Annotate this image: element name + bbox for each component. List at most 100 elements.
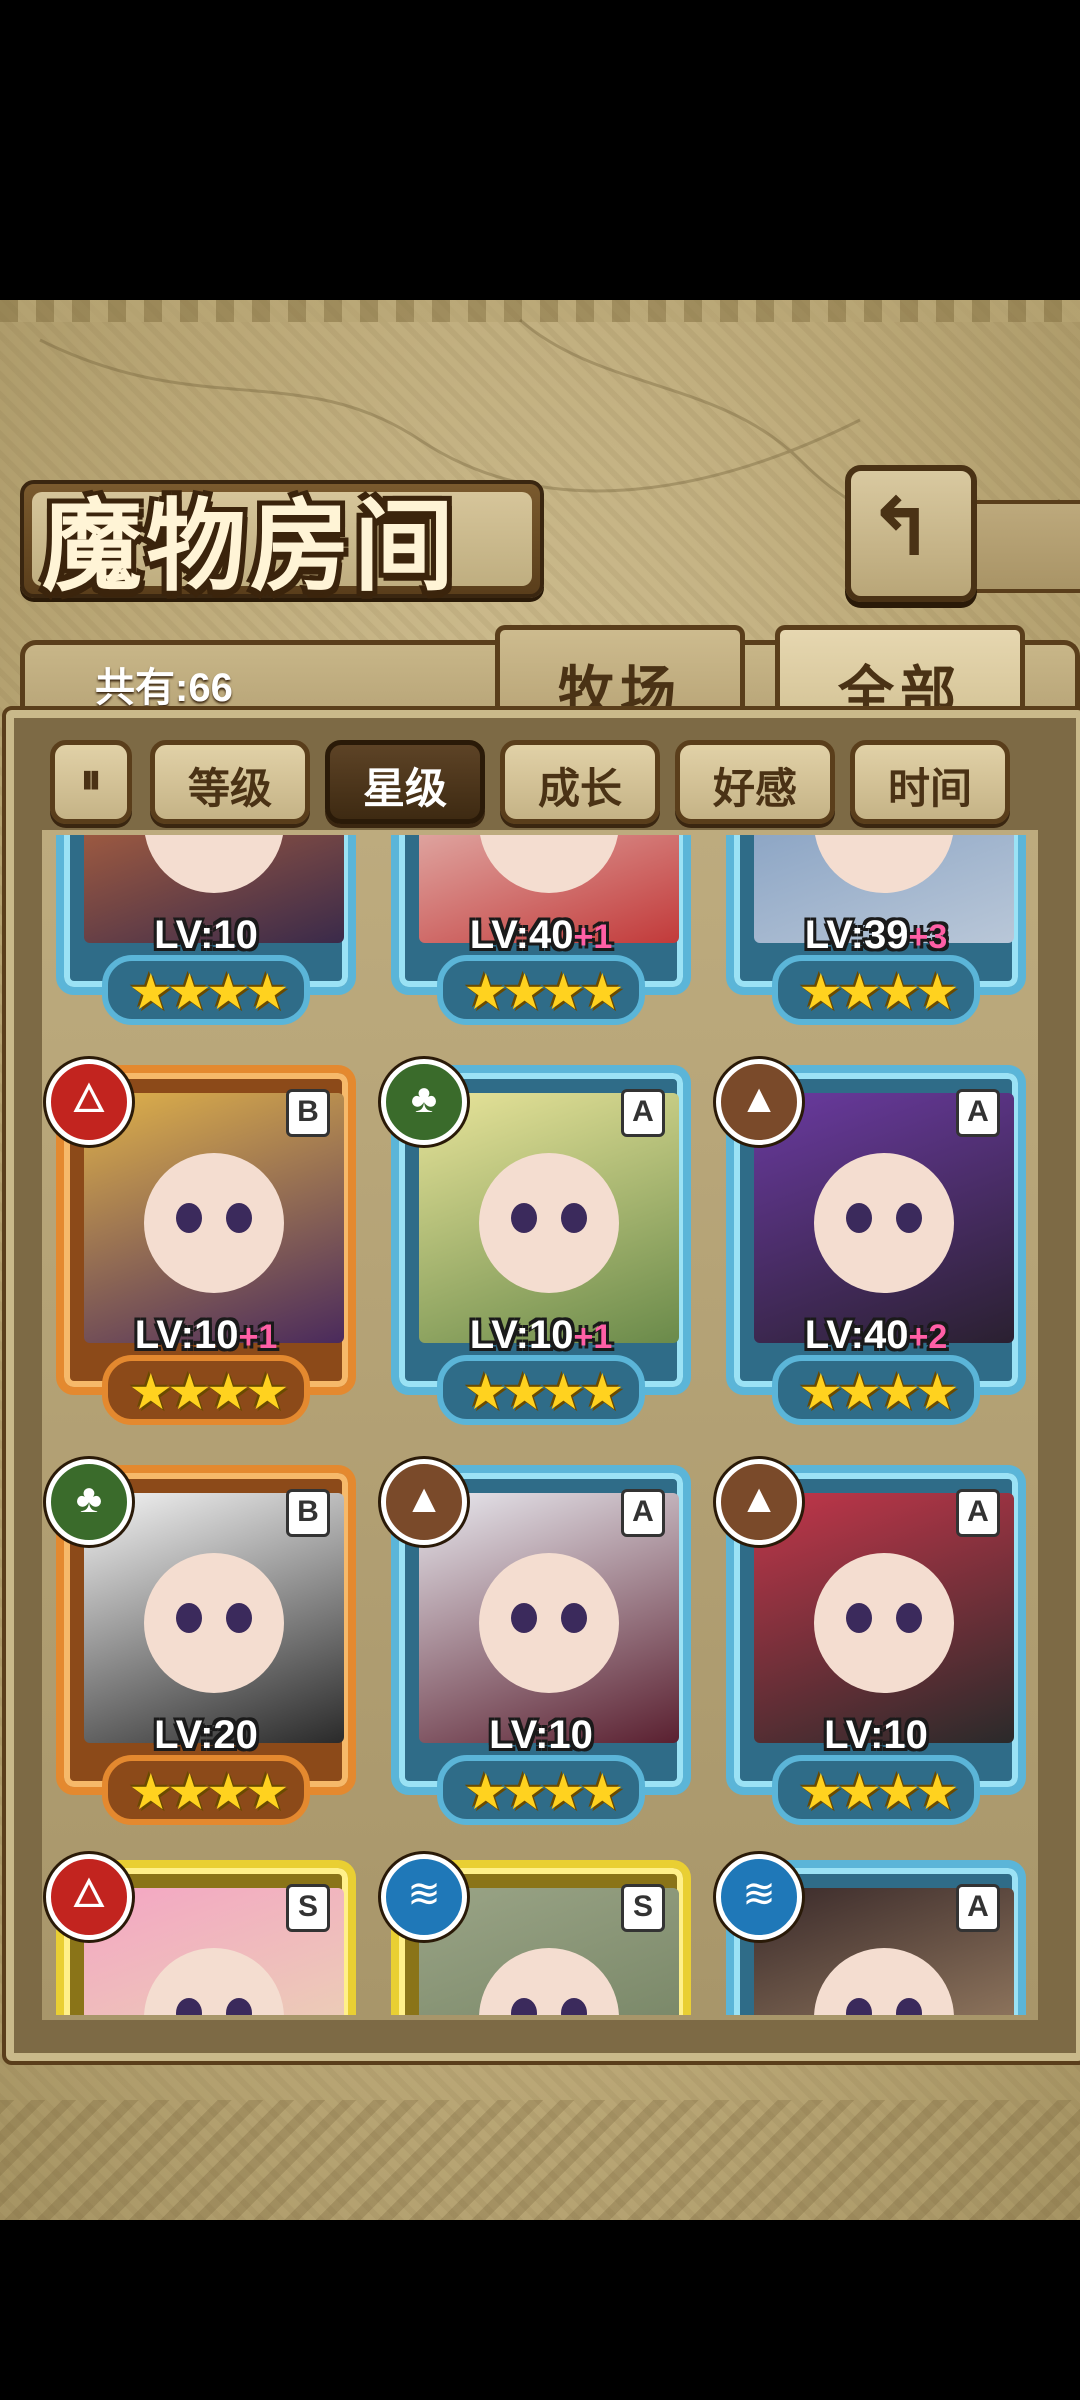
level-label: LV:20 (154, 1713, 258, 1757)
sort-time-label: 时间 (887, 765, 972, 812)
back-button[interactable]: ↰ (845, 465, 977, 602)
back-arrow-icon: ↰ (867, 483, 935, 572)
grass-element-icon: ♣ (381, 1059, 467, 1145)
rank-badge: A (621, 1489, 665, 1537)
portrait-eyeL (511, 1203, 537, 1233)
sort-growth-label: 成长 (537, 765, 622, 812)
portrait-face (479, 1948, 619, 2015)
portrait-eyeL (846, 1603, 872, 1633)
star-rating: ★★★★ (463, 964, 624, 1020)
rank-badge: A (621, 1089, 665, 1137)
level-label: LV:40+1 (469, 913, 613, 957)
monster-card[interactable]: A LV:40+2 ★★★★ ▲ (716, 1059, 1032, 1430)
portrait-face (479, 1553, 619, 1693)
star-rating: ★★★★ (463, 1364, 624, 1420)
rank-badge: A (956, 1884, 1000, 1932)
portrait-eyeL (176, 1603, 202, 1633)
portrait-eyeR (226, 1603, 252, 1633)
fire-element-icon: 🜂 (46, 1854, 132, 1940)
monster-card[interactable]: A LV:10+1 ★★★★ ♣ (381, 1059, 697, 1430)
water-element-icon: ≋ (381, 1854, 467, 1940)
star-plate: ★★★★ (437, 1755, 645, 1825)
portrait-face (144, 1153, 284, 1293)
level-label: LV:39+3 (804, 913, 948, 957)
star-rating: ★★★★ (128, 964, 289, 1020)
sort-growth-button[interactable]: 成长 (500, 740, 660, 824)
portrait-face (144, 1948, 284, 2015)
monster-card[interactable]: LV:39+3 ★★★★ (720, 835, 1032, 1030)
sort-level-label: 等级 (187, 765, 272, 812)
star-plate: ★★★★ (437, 1355, 645, 1425)
rank-badge: B (286, 1489, 330, 1537)
monster-card[interactable]: A LV:10 ★★★★ ▲ (716, 1459, 1032, 1830)
earth-element-icon: ▲ (716, 1459, 802, 1545)
rank-badge: A (956, 1089, 1000, 1137)
level-label: LV:10 (824, 1713, 928, 1757)
water-element-icon: ≋ (716, 1854, 802, 1940)
sort-affection-label: 好感 (712, 765, 797, 812)
monster-grid: LV:10 ★★★★ LV:40+1 ★★★★ LV:39+3 ★★★★ B LV:10+1 ★… (42, 835, 1038, 2015)
level-bonus: +1 (573, 918, 613, 956)
level-bonus: +1 (573, 1318, 613, 1356)
monster-card[interactable]: LV:10 ★★★★ (50, 835, 362, 1030)
star-rating: ★★★★ (798, 1364, 959, 1420)
star-plate: ★★★★ (772, 955, 980, 1025)
monster-card[interactable]: B LV:10+1 ★★★★ 🜂 (46, 1059, 362, 1430)
portrait-eyeR (561, 1603, 587, 1633)
portrait-face (479, 1153, 619, 1293)
monster-card[interactable]: LV:40+1 ★★★★ (385, 835, 697, 1030)
rank-badge: S (621, 1884, 665, 1932)
star-rating: ★★★★ (128, 1364, 289, 1420)
sort-level-button[interactable]: 等级 (150, 740, 310, 824)
sort-star-label: 星级 (362, 765, 447, 812)
portrait-eyeR (226, 1203, 252, 1233)
page-title: 魔物房间 (42, 487, 458, 605)
sort-time-button[interactable]: 时间 (850, 740, 1010, 824)
rank-badge: B (286, 1089, 330, 1137)
star-plate: ★★★★ (772, 1355, 980, 1425)
star-plate: ★★★★ (102, 1355, 310, 1425)
star-rating: ★★★★ (798, 1764, 959, 1820)
game-screen: 魔物房间 ↰ 共有:66 牧场 全部 ⏸ 等级 星级 成长 好感 时间 LV:1… (0, 300, 1080, 2220)
portrait-face (814, 1153, 954, 1293)
sort-affection-button[interactable]: 好感 (675, 740, 835, 824)
portrait-eyeR (561, 1203, 587, 1233)
level-label: LV:10 (154, 913, 258, 957)
portrait-face (814, 1553, 954, 1693)
level-bonus: +1 (238, 1318, 278, 1356)
rank-badge: S (286, 1884, 330, 1932)
monster-card[interactable]: S 🜂 (46, 1854, 362, 2015)
level-label: LV:10+1 (134, 1313, 278, 1357)
portrait-face (814, 835, 954, 893)
level-bonus: +2 (908, 1318, 948, 1356)
fire-element-icon: 🜂 (46, 1059, 132, 1145)
monster-card[interactable]: B LV:20 ★★★★ ♣ (46, 1459, 362, 1830)
earth-element-icon: ▲ (716, 1059, 802, 1145)
portrait-eyeL (846, 1203, 872, 1233)
star-plate: ★★★★ (102, 955, 310, 1025)
portrait-face (814, 1948, 954, 2015)
portrait-face (144, 835, 284, 893)
level-bonus: +3 (908, 918, 948, 956)
portrait-eyeL (511, 1603, 537, 1633)
level-label: LV:10 (489, 1713, 593, 1757)
grass-element-icon: ♣ (46, 1459, 132, 1545)
portrait-eyeR (896, 1203, 922, 1233)
star-plate: ★★★★ (772, 1755, 980, 1825)
portrait-face (479, 835, 619, 893)
star-plate: ★★★★ (437, 955, 645, 1025)
portrait-face (144, 1553, 284, 1693)
pause-sort-icon: ⏸ (80, 755, 102, 802)
sort-star-button[interactable]: 星级 (325, 740, 485, 824)
monster-card[interactable]: A LV:10 ★★★★ ▲ (381, 1459, 697, 1830)
star-rating: ★★★★ (798, 964, 959, 1020)
portrait-eyeR (896, 1603, 922, 1633)
earth-element-icon: ▲ (381, 1459, 467, 1545)
level-label: LV:40+2 (804, 1313, 948, 1357)
monster-card[interactable]: 外出中S≋ (381, 1854, 697, 2015)
monster-card[interactable]: A ≋ (716, 1854, 1032, 2015)
level-label: LV:10+1 (469, 1313, 613, 1357)
sort-order-toggle[interactable]: ⏸ (50, 740, 132, 824)
rank-badge: A (956, 1489, 1000, 1537)
portrait-eyeL (176, 1203, 202, 1233)
